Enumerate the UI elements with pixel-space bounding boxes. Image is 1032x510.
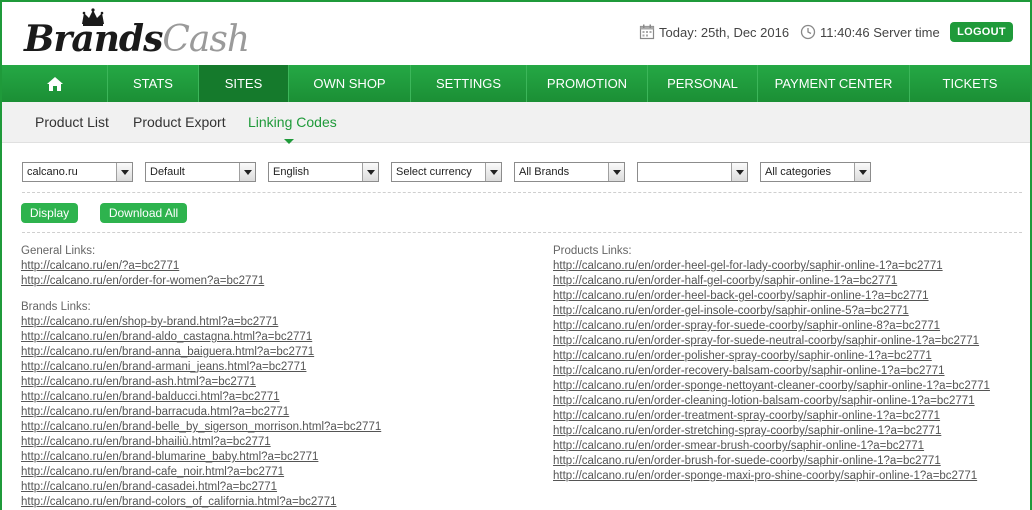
products-links-label: Products Links: bbox=[553, 245, 632, 257]
nav-tickets[interactable]: TICKETS bbox=[910, 65, 1030, 102]
currency-select[interactable]: Select currency bbox=[391, 162, 502, 182]
brand-link[interactable]: http://calcano.ru/en/brand-anna_baiguera… bbox=[21, 345, 381, 360]
chevron-down-icon bbox=[731, 163, 747, 181]
brand-link[interactable]: http://calcano.ru/en/brand-armani_jeans.… bbox=[21, 360, 381, 375]
date-text: Today: 25th, Dec 2016 bbox=[659, 24, 790, 40]
nav-stats[interactable]: STATS bbox=[108, 65, 199, 102]
chevron-down-icon bbox=[362, 163, 378, 181]
product-link[interactable]: http://calcano.ru/en/order-smear-brush-c… bbox=[553, 439, 990, 454]
brands-select-value: All Brands bbox=[519, 166, 570, 178]
currency-select-value: Select currency bbox=[396, 166, 472, 178]
divider bbox=[22, 232, 1022, 233]
categories-select[interactable]: All categories bbox=[760, 162, 871, 182]
product-link[interactable]: http://calcano.ru/en/order-sponge-nettoy… bbox=[553, 379, 990, 394]
extra-select[interactable] bbox=[637, 162, 748, 182]
sort-select[interactable]: Default bbox=[145, 162, 256, 182]
page-frame: BrandsCash Today: 25th, Dec 2016 11:40:4… bbox=[0, 0, 1032, 510]
logo-text-brands: Brands bbox=[24, 18, 163, 60]
server-time-text: 11:40:46 Server time bbox=[820, 24, 940, 40]
logout-button[interactable]: LOGOUT bbox=[950, 22, 1013, 42]
product-link[interactable]: http://calcano.ru/en/order-heel-gel-for-… bbox=[553, 259, 990, 274]
nav-promotion[interactable]: PROMOTION bbox=[527, 65, 648, 102]
brand-link[interactable]: http://calcano.ru/en/shop-by-brand.html?… bbox=[21, 315, 381, 330]
sub-nav: Product List Product Export Linking Code… bbox=[2, 102, 1030, 143]
product-link[interactable]: http://calcano.ru/en/order-stretching-sp… bbox=[553, 424, 990, 439]
subnav-product-export[interactable]: Product Export bbox=[133, 114, 226, 130]
brandscash-logo[interactable]: BrandsCash bbox=[24, 8, 250, 60]
product-link[interactable]: http://calcano.ru/en/order-half-gel-coor… bbox=[553, 274, 990, 289]
product-link[interactable]: http://calcano.ru/en/order-gel-insole-co… bbox=[553, 304, 990, 319]
brand-link[interactable]: http://calcano.ru/en/brand-barracuda.htm… bbox=[21, 405, 381, 420]
product-link[interactable]: http://calcano.ru/en/order-treatment-spr… bbox=[553, 409, 990, 424]
site-select[interactable]: calcano.ru bbox=[22, 162, 133, 182]
brand-link[interactable]: http://calcano.ru/en/brand-colors_of_cal… bbox=[21, 495, 381, 510]
general-link[interactable]: http://calcano.ru/en/?a=bc2771 bbox=[21, 259, 381, 274]
general-link[interactable]: http://calcano.ru/en/order-for-women?a=b… bbox=[21, 274, 381, 289]
nav-sites[interactable]: SITES bbox=[199, 65, 289, 102]
chevron-down-icon bbox=[116, 163, 132, 181]
language-select[interactable]: English bbox=[268, 162, 379, 182]
header-server-time: 11:40:46 Server time bbox=[800, 24, 940, 40]
active-tab-indicator bbox=[284, 139, 294, 144]
brand-link[interactable]: http://calcano.ru/en/brand-casadei.html?… bbox=[21, 480, 381, 495]
logo-text-cash: Cash bbox=[162, 19, 250, 60]
brand-link[interactable]: http://calcano.ru/en/brand-aldo_castagna… bbox=[21, 330, 381, 345]
general-links-label: General Links: bbox=[21, 245, 96, 257]
product-link[interactable]: http://calcano.ru/en/order-spray-for-sue… bbox=[553, 319, 990, 334]
logo-text: BrandsCash bbox=[24, 18, 250, 60]
subnav-product-list[interactable]: Product List bbox=[35, 114, 109, 130]
main-nav: STATS SITES OWN SHOP SETTINGS PROMOTION … bbox=[2, 65, 1030, 102]
site-select-value: calcano.ru bbox=[27, 166, 78, 178]
brand-link[interactable]: http://calcano.ru/en/brand-bhailiù.html?… bbox=[21, 435, 381, 450]
product-link[interactable]: http://calcano.ru/en/order-heel-back-gel… bbox=[553, 289, 990, 304]
header: BrandsCash Today: 25th, Dec 2016 11:40:4… bbox=[2, 2, 1030, 65]
download-all-button[interactable]: Download All bbox=[100, 203, 187, 223]
nav-home[interactable] bbox=[2, 65, 108, 102]
sort-select-value: Default bbox=[150, 166, 185, 178]
product-link[interactable]: http://calcano.ru/en/order-recovery-bals… bbox=[553, 364, 990, 379]
product-link[interactable]: http://calcano.ru/en/order-cleaning-loti… bbox=[553, 394, 990, 409]
right-links-column: Products Links: http://calcano.ru/en/ord… bbox=[553, 244, 990, 484]
brand-link[interactable]: http://calcano.ru/en/brand-belle_by_sige… bbox=[21, 420, 381, 435]
subnav-linking-codes[interactable]: Linking Codes bbox=[248, 114, 337, 130]
brands-select[interactable]: All Brands bbox=[514, 162, 625, 182]
brand-link[interactable]: http://calcano.ru/en/brand-ash.html?a=bc… bbox=[21, 375, 381, 390]
divider bbox=[22, 192, 1022, 193]
calendar-icon bbox=[639, 24, 655, 40]
left-links-column: General Links: http://calcano.ru/en/?a=b… bbox=[21, 244, 381, 510]
brand-link[interactable]: http://calcano.ru/en/brand-blumarine_bab… bbox=[21, 450, 381, 465]
brand-link[interactable]: http://calcano.ru/en/brand-balducci.html… bbox=[21, 390, 381, 405]
language-select-value: English bbox=[273, 166, 310, 178]
product-link[interactable]: http://calcano.ru/en/order-spray-for-sue… bbox=[553, 334, 990, 349]
product-link[interactable]: http://calcano.ru/en/order-brush-for-sue… bbox=[553, 454, 990, 469]
chevron-down-icon bbox=[854, 163, 870, 181]
home-icon bbox=[46, 76, 63, 91]
product-link[interactable]: http://calcano.ru/en/order-sponge-maxi-p… bbox=[553, 469, 990, 484]
nav-settings[interactable]: SETTINGS bbox=[411, 65, 527, 102]
nav-payment-center[interactable]: PAYMENT CENTER bbox=[758, 65, 910, 102]
header-date: Today: 25th, Dec 2016 bbox=[639, 24, 789, 40]
clock-icon bbox=[800, 24, 816, 40]
brand-link[interactable]: http://calcano.ru/en/brand-cafe_noir.htm… bbox=[21, 465, 381, 480]
display-button[interactable]: Display bbox=[21, 203, 78, 223]
nav-personal[interactable]: PERSONAL bbox=[648, 65, 758, 102]
chevron-down-icon bbox=[239, 163, 255, 181]
categories-select-value: All categories bbox=[765, 166, 832, 178]
chevron-down-icon bbox=[608, 163, 624, 181]
chevron-down-icon bbox=[485, 163, 501, 181]
brands-links-label: Brands Links: bbox=[21, 301, 91, 313]
nav-own-shop[interactable]: OWN SHOP bbox=[289, 65, 411, 102]
product-link[interactable]: http://calcano.ru/en/order-polisher-spra… bbox=[553, 349, 990, 364]
